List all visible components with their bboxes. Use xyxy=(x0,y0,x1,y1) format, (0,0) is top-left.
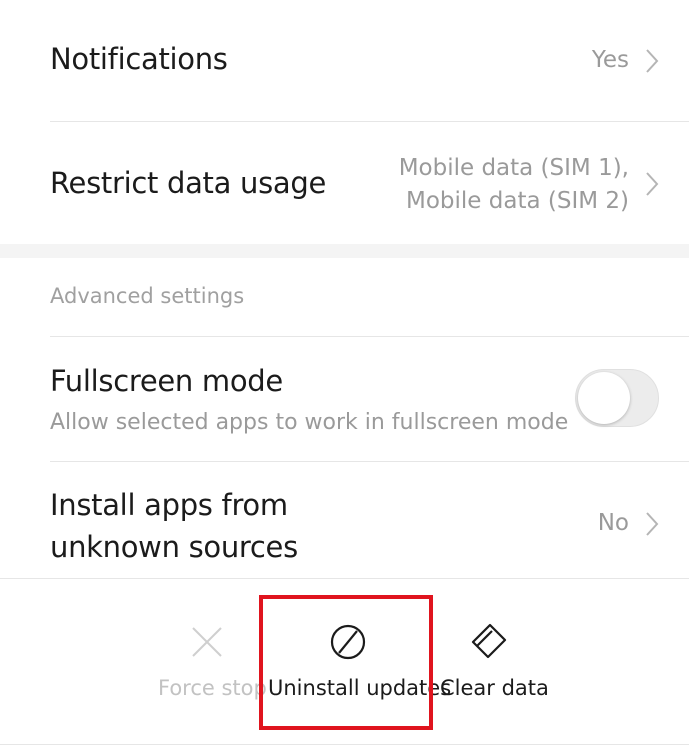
install-unknown-sources-row[interactable]: Install apps from unknown sources No xyxy=(0,462,689,578)
install-unknown-sources-value: No xyxy=(597,510,629,536)
fullscreen-mode-subtitle: Allow selected apps to work in fullscree… xyxy=(50,410,569,435)
app-info-screen: Notifications Yes Restrict data usage Mo… xyxy=(0,0,689,749)
restrict-data-value: Mobile data (SIM 1), Mobile data (SIM 2) xyxy=(398,155,629,214)
section-separator xyxy=(0,244,689,258)
toggle-knob xyxy=(578,372,630,424)
section-header-advanced: Advanced settings xyxy=(50,284,245,308)
restrict-data-title: Restrict data usage xyxy=(50,166,327,200)
highlight-annotation-box xyxy=(259,595,433,730)
clear-data-label: Clear data xyxy=(440,676,549,700)
chevron-right-icon xyxy=(646,172,659,196)
clear-data-button[interactable]: Clear data xyxy=(440,600,549,730)
notifications-value: Yes xyxy=(591,47,629,73)
bottom-bar-divider xyxy=(0,578,689,579)
notifications-row[interactable]: Notifications Yes xyxy=(0,0,689,122)
close-icon xyxy=(192,627,222,657)
fullscreen-mode-toggle[interactable] xyxy=(575,369,659,427)
chevron-right-icon xyxy=(646,49,659,73)
notifications-title: Notifications xyxy=(50,42,228,76)
chevron-right-icon xyxy=(646,512,659,536)
force-stop-label: Force stop xyxy=(158,676,267,700)
restrict-data-row[interactable]: Restrict data usage Mobile data (SIM 1),… xyxy=(0,122,689,244)
bottom-divider xyxy=(0,744,689,745)
eraser-icon xyxy=(471,623,507,659)
force-stop-button[interactable]: Force stop xyxy=(158,600,267,730)
install-unknown-sources-title: Install apps from unknown sources xyxy=(50,488,298,564)
fullscreen-mode-title: Fullscreen mode xyxy=(50,364,283,398)
fullscreen-mode-row[interactable]: Fullscreen mode Allow selected apps to w… xyxy=(0,336,689,462)
